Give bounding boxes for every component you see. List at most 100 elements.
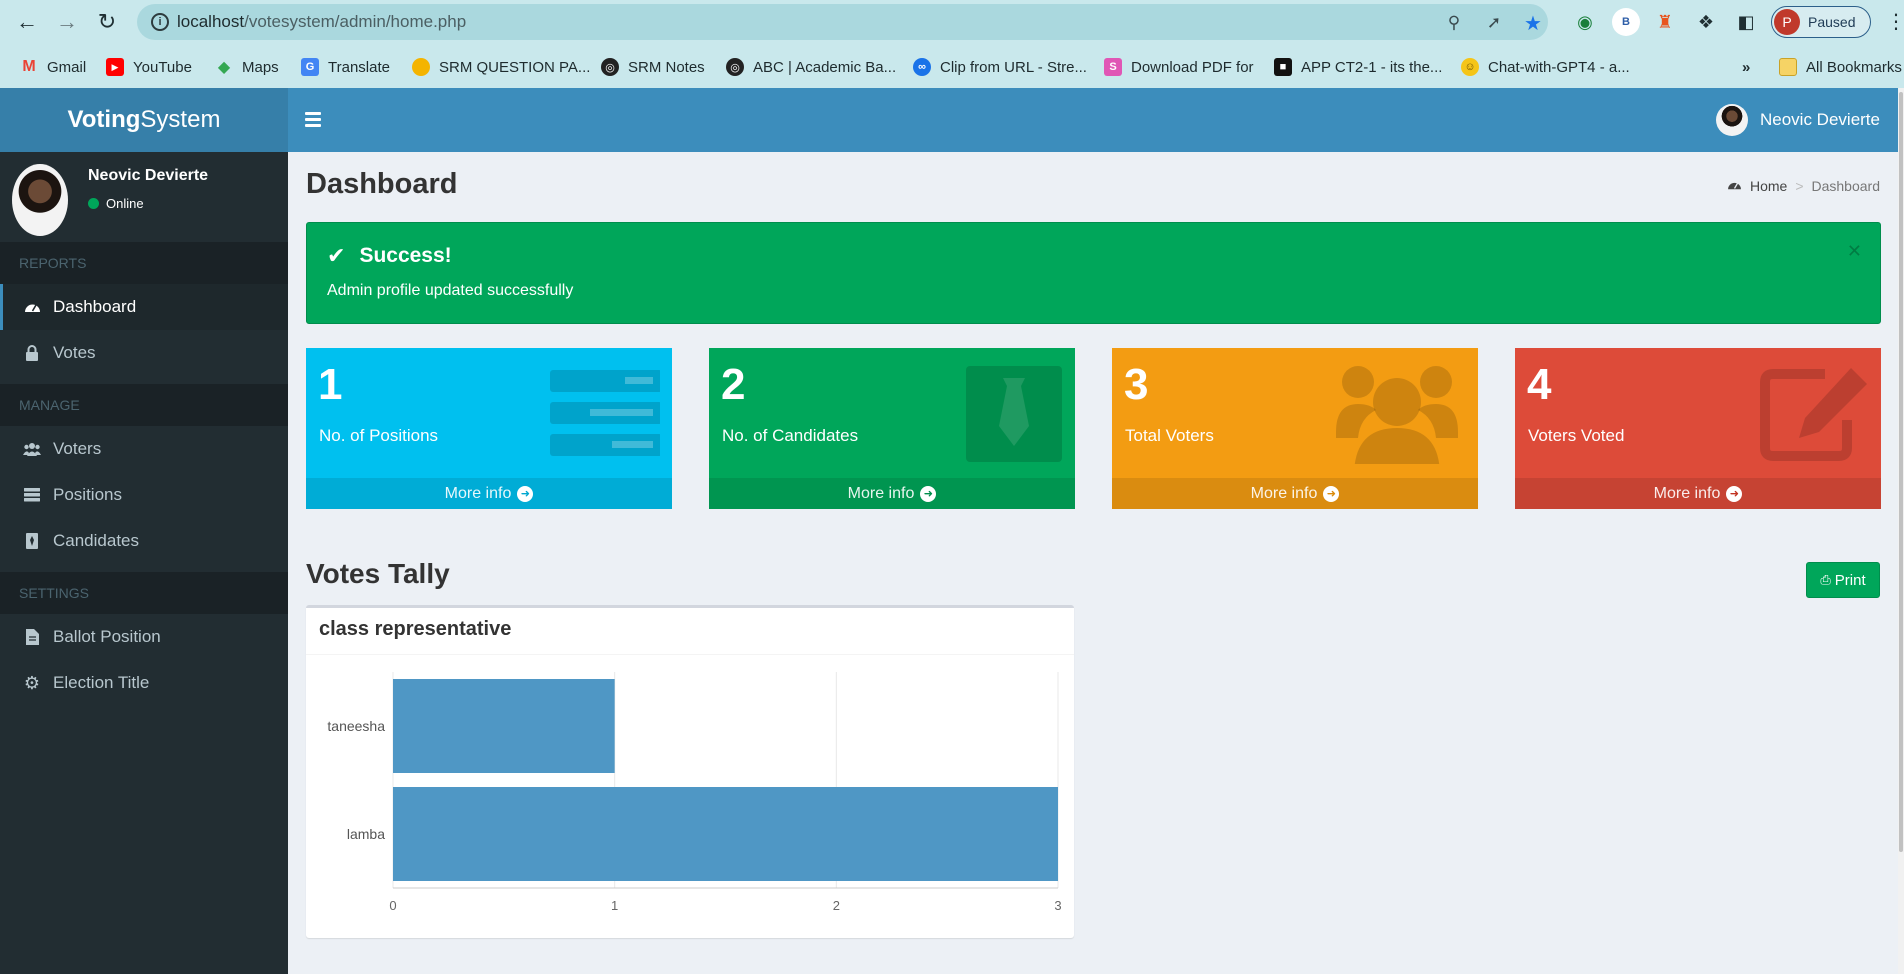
arrow-circle-right-icon: ➜ (920, 485, 937, 502)
page-scrollbar-thumb[interactable] (1899, 92, 1903, 852)
sidebar-item-candidates[interactable]: Candidates (0, 518, 288, 564)
youtube-icon: ▶ (106, 58, 124, 76)
content-wrapper: Dashboard Home > Dashboard ✔ Success! Ad… (288, 152, 1898, 974)
tie-icon (953, 364, 1063, 464)
print-button[interactable]: ⎙ Print (1806, 562, 1880, 598)
bookmark-app-ct2[interactable]: ■ APP CT2-1 - its the... (1274, 56, 1442, 78)
sidebar-header-manage: MANAGE (0, 384, 288, 426)
profile-status: Paused (1808, 14, 1856, 30)
header-user-name: Neovic Devierte (1760, 110, 1880, 129)
more-bookmarks-icon[interactable]: » (1742, 56, 1750, 78)
bookmark-maps[interactable]: ◆ Maps (215, 56, 279, 78)
reload-icon[interactable]: ↻ (93, 8, 121, 36)
browser-menu-icon[interactable]: ⋮ (1886, 8, 1904, 36)
more-info-link[interactable]: More info ➜ (1112, 478, 1478, 509)
stat-box-voters-voted: 4 Voters Voted More info ➜ (1515, 348, 1881, 509)
page-title: Dashboard (306, 168, 458, 200)
breadcrumb-home[interactable]: Home (1750, 178, 1787, 194)
x-tick-label: 2 (833, 898, 840, 913)
arrow-circle-right-icon: ➜ (517, 485, 534, 502)
sidebar-item-dashboard[interactable]: Dashboard (0, 284, 288, 330)
user-panel: Neovic Devierte Online (0, 152, 288, 242)
online-status: Online (88, 196, 144, 211)
share-icon[interactable]: ➚ (1483, 12, 1505, 34)
stat-box-positions: 1 No. of Positions More info ➜ (306, 348, 672, 509)
side-panel-icon[interactable]: ◧ (1732, 8, 1760, 36)
castle-extension-icon[interactable]: ♜ (1651, 8, 1679, 36)
lock-icon (23, 344, 41, 362)
b-extension-icon[interactable]: B (1612, 8, 1640, 36)
bookmarks-bar: M Gmail ▶ YouTube ◆ Maps G Translate SRM QUE… (0, 52, 1904, 80)
check-icon: ✔ (327, 243, 346, 268)
bar (393, 679, 615, 773)
hugging-face-icon: ☺ (1461, 58, 1479, 76)
bookmark-chat-gpt4[interactable]: ☺ Chat-with-GPT4 - a... (1461, 56, 1630, 78)
more-info-link[interactable]: More info ➜ (709, 478, 1075, 509)
voting-app: Voting System Neovic Devierte Neovic Devi… (0, 88, 1904, 974)
more-info-link[interactable]: More info ➜ (306, 478, 672, 509)
globe-icon: ◎ (726, 58, 744, 76)
dashboard-icon (1727, 178, 1742, 194)
sidebar-item-voters[interactable]: Voters (0, 426, 288, 472)
sidebar-item-votes[interactable]: Votes (0, 330, 288, 376)
breadcrumb-separator: > (1795, 178, 1804, 194)
success-alert: ✔ Success! Admin profile updated success… (306, 222, 1881, 324)
pdf-icon: S (1104, 58, 1122, 76)
clip-icon: ∞ (913, 58, 931, 76)
chart-box: class representative 0 1 2 3 taneesha lamba (306, 605, 1074, 938)
breadcrumb-current: Dashboard (1811, 178, 1881, 194)
site-info-icon[interactable]: i (151, 13, 169, 31)
back-icon[interactable]: ← (13, 8, 41, 36)
gmail-icon: M (22, 58, 36, 75)
tasks-icon (550, 364, 662, 464)
tie-icon (23, 532, 41, 550)
user-avatar (1716, 104, 1748, 136)
folder-icon (1779, 58, 1797, 76)
sidebar-toggle-icon[interactable] (305, 108, 323, 130)
main-header: Voting System Neovic Devierte (0, 88, 1898, 152)
sidebar-header-settings: SETTINGS (0, 572, 288, 614)
all-bookmarks[interactable]: All Bookmarks (1779, 56, 1902, 78)
stat-label: Total Voters (1125, 426, 1214, 445)
bookmark-clip-from-url[interactable]: ∞ Clip from URL - Stre... (913, 56, 1087, 78)
bookmark-star-icon[interactable]: ★ (1522, 12, 1544, 35)
sidebar-item-election-title[interactable]: ⚙ Election Title (0, 660, 288, 706)
more-info-link[interactable]: More info ➜ (1515, 478, 1881, 509)
user-menu[interactable]: Neovic Devierte (1716, 104, 1880, 136)
app-logo[interactable]: Voting System (0, 88, 288, 152)
alert-title: ✔ Success! (327, 243, 452, 268)
cog-icon: ⚙ (23, 672, 41, 693)
arrow-circle-right-icon: ➜ (1726, 485, 1743, 502)
bookmark-abc-academic[interactable]: ◎ ABC | Academic Ba... (726, 56, 896, 78)
bookmark-youtube[interactable]: ▶ YouTube (106, 56, 192, 78)
bookmark-srm-question[interactable]: SRM QUESTION PA... (412, 56, 590, 78)
bookmark-srm-notes[interactable]: ◎ SRM Notes (601, 56, 705, 78)
forward-icon[interactable]: → (53, 8, 81, 36)
extensions-puzzle-icon[interactable]: ❖ (1692, 8, 1720, 36)
browser-toolbar: ← → ↻ i localhost/votesystem/admin/home.… (0, 0, 1904, 44)
app-icon: ■ (1274, 58, 1292, 76)
stat-value: 4 (1527, 360, 1552, 409)
key-icon[interactable]: ⚲ (1443, 12, 1465, 34)
online-dot-icon (88, 198, 99, 209)
stat-box-candidates: 2 No. of Candidates More info ➜ (709, 348, 1075, 509)
bookmark-download-pdf[interactable]: S Download PDF for (1104, 56, 1254, 78)
stat-label: No. of Candidates (722, 426, 859, 445)
votes-tally-title: Votes Tally (306, 558, 450, 589)
x-tick-label: 0 (389, 898, 396, 913)
url-text[interactable]: localhost/votesystem/admin/home.php (177, 12, 466, 32)
sidebar-item-positions[interactable]: Positions (0, 472, 288, 518)
profile-button[interactable]: P Paused (1771, 6, 1871, 38)
downloader-extension-icon[interactable]: ◉ (1571, 8, 1599, 36)
edit-icon (1759, 364, 1869, 464)
close-icon[interactable]: ✕ (1847, 241, 1862, 262)
print-icon: ⎙ (1820, 572, 1831, 587)
bookmark-translate[interactable]: G Translate (301, 56, 390, 78)
chart-title: class representative (319, 618, 512, 640)
sidebar-item-ballot-position[interactable]: Ballot Position (0, 614, 288, 660)
category-label: taneesha (327, 718, 385, 734)
address-bar[interactable]: i localhost/votesystem/admin/home.php ⚲ … (137, 4, 1548, 40)
alert-message: Admin profile updated successfully (327, 282, 574, 299)
bookmark-gmail[interactable]: M Gmail (20, 56, 86, 78)
stat-value: 2 (721, 360, 746, 409)
